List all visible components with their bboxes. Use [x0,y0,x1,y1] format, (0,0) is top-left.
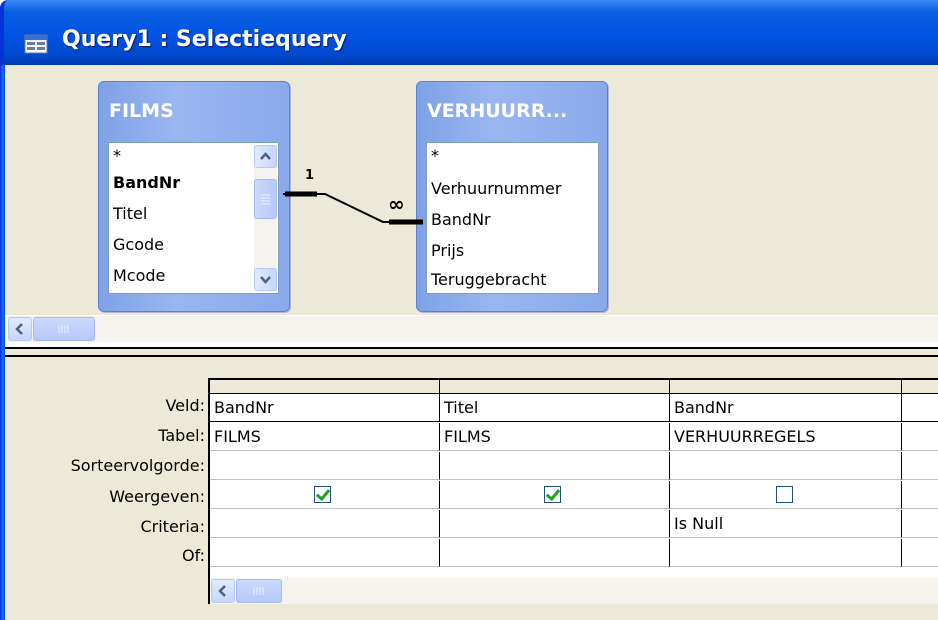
title-bar[interactable]: Query1 : Selectiequery [0,0,938,65]
grip-icon [261,194,270,205]
field-item[interactable]: Prijs [431,241,464,260]
column-selector[interactable] [902,380,938,394]
grid-cell-or[interactable] [670,539,902,567]
field-item[interactable]: Teruggebracht [431,270,547,289]
grid-cell-criteria[interactable] [440,510,670,538]
grid-cell-show[interactable] [670,481,902,509]
scroll-down-button[interactable] [254,268,277,291]
grid-cell-field[interactable]: Titel [440,394,670,422]
show-checkbox[interactable] [544,486,561,503]
pane-splitter[interactable] [5,347,938,357]
chevron-up-icon [260,152,271,160]
grid-cell-criteria[interactable]: Is Null [670,510,902,538]
chevron-left-icon [15,323,23,335]
grid-cell-field[interactable]: BandNr [670,394,902,422]
grid-horizontal-scrollbar[interactable] [210,578,938,604]
row-label-show: Weergeven: [109,487,205,506]
grid-cell-table[interactable] [902,423,938,451]
field-item[interactable]: Gcode [113,235,164,254]
window-title: Query1 : Selectiequery [62,27,347,52]
grid-cell-or[interactable] [210,539,440,567]
field-list-verhuurregels[interactable]: VERHUURR... * Verhuurnummer BandNr Prijs… [416,81,608,312]
grid-cell-sort[interactable] [902,452,938,480]
field-list-films[interactable]: FILMS * BandNr Titel Gcode Mcode [98,81,290,312]
grid-cell-table[interactable]: VERHUURREGELS [670,423,902,451]
grid-cell-table[interactable]: FILMS [440,423,670,451]
scroll-thumb[interactable] [33,317,95,341]
design-grid-pane[interactable]: Veld: Tabel: Sorteervolgorde: Weergeven:… [5,357,938,620]
horizontal-scrollbar[interactable] [8,316,938,342]
field-item[interactable]: Verhuurnummer [431,179,561,198]
scroll-up-button[interactable] [254,145,277,168]
grid-cell-table[interactable]: FILMS [210,423,440,451]
grip-icon [253,587,264,595]
scroll-thumb[interactable] [254,179,277,219]
field-list-box[interactable]: * Verhuurnummer BandNr Prijs Teruggebrac… [426,142,599,294]
join-one-label: 1 [305,168,315,183]
query-icon [24,34,48,54]
grid-cell-sort[interactable] [440,452,670,480]
column-selector[interactable] [670,380,902,394]
grid-cell-field[interactable] [902,394,938,422]
column-selector[interactable] [210,380,440,394]
scroll-left-button[interactable] [8,317,32,341]
row-label-criteria: Criteria: [140,517,205,536]
row-label-table: Tabel: [158,426,205,445]
grid-cell-criteria[interactable] [902,510,938,538]
grid-cell-or[interactable] [902,539,938,567]
grid-cell-show[interactable] [210,481,440,509]
row-label-sort: Sorteervolgorde: [70,456,205,475]
query-design-grid[interactable]: BandNr FILMS Titel FILMS BandNr VERHUURR… [208,378,938,604]
join-many-label: ∞ [388,192,405,216]
table-title-verhuurregels: VERHUURR... [427,100,568,122]
query-window: Query1 : Selectiequery FILMS * BandNr Ti… [0,0,938,620]
show-checkbox[interactable] [314,486,331,503]
chevron-left-icon [218,585,226,597]
field-item[interactable]: * [431,146,439,165]
table-title-films: FILMS [109,100,174,122]
grid-cell-criteria[interactable] [210,510,440,538]
grid-cell-or[interactable] [440,539,670,567]
field-item-key[interactable]: BandNr [113,173,180,192]
field-item[interactable]: * [113,146,121,165]
grid-cell-show[interactable] [902,481,938,509]
grip-icon [58,325,69,333]
grid-cell-sort[interactable] [210,452,440,480]
field-item[interactable]: Titel [113,204,147,223]
table-design-pane[interactable]: FILMS * BandNr Titel Gcode Mcode VERHUUR… [5,65,938,342]
field-item[interactable]: Mcode [113,266,165,285]
grid-cell-field[interactable]: BandNr [210,394,440,422]
vertical-scrollbar[interactable] [254,145,277,291]
scroll-thumb[interactable] [236,579,282,603]
show-checkbox[interactable] [776,486,793,503]
scroll-left-button[interactable] [211,579,235,603]
field-list-box[interactable]: * BandNr Titel Gcode Mcode [108,142,279,294]
grid-cell-sort[interactable] [670,452,902,480]
grid-cell-show[interactable] [440,481,670,509]
field-item[interactable]: BandNr [431,210,491,229]
column-selector[interactable] [440,380,670,394]
row-label-field: Veld: [165,396,205,415]
row-label-or: Of: [181,546,205,565]
chevron-down-icon [260,276,271,284]
